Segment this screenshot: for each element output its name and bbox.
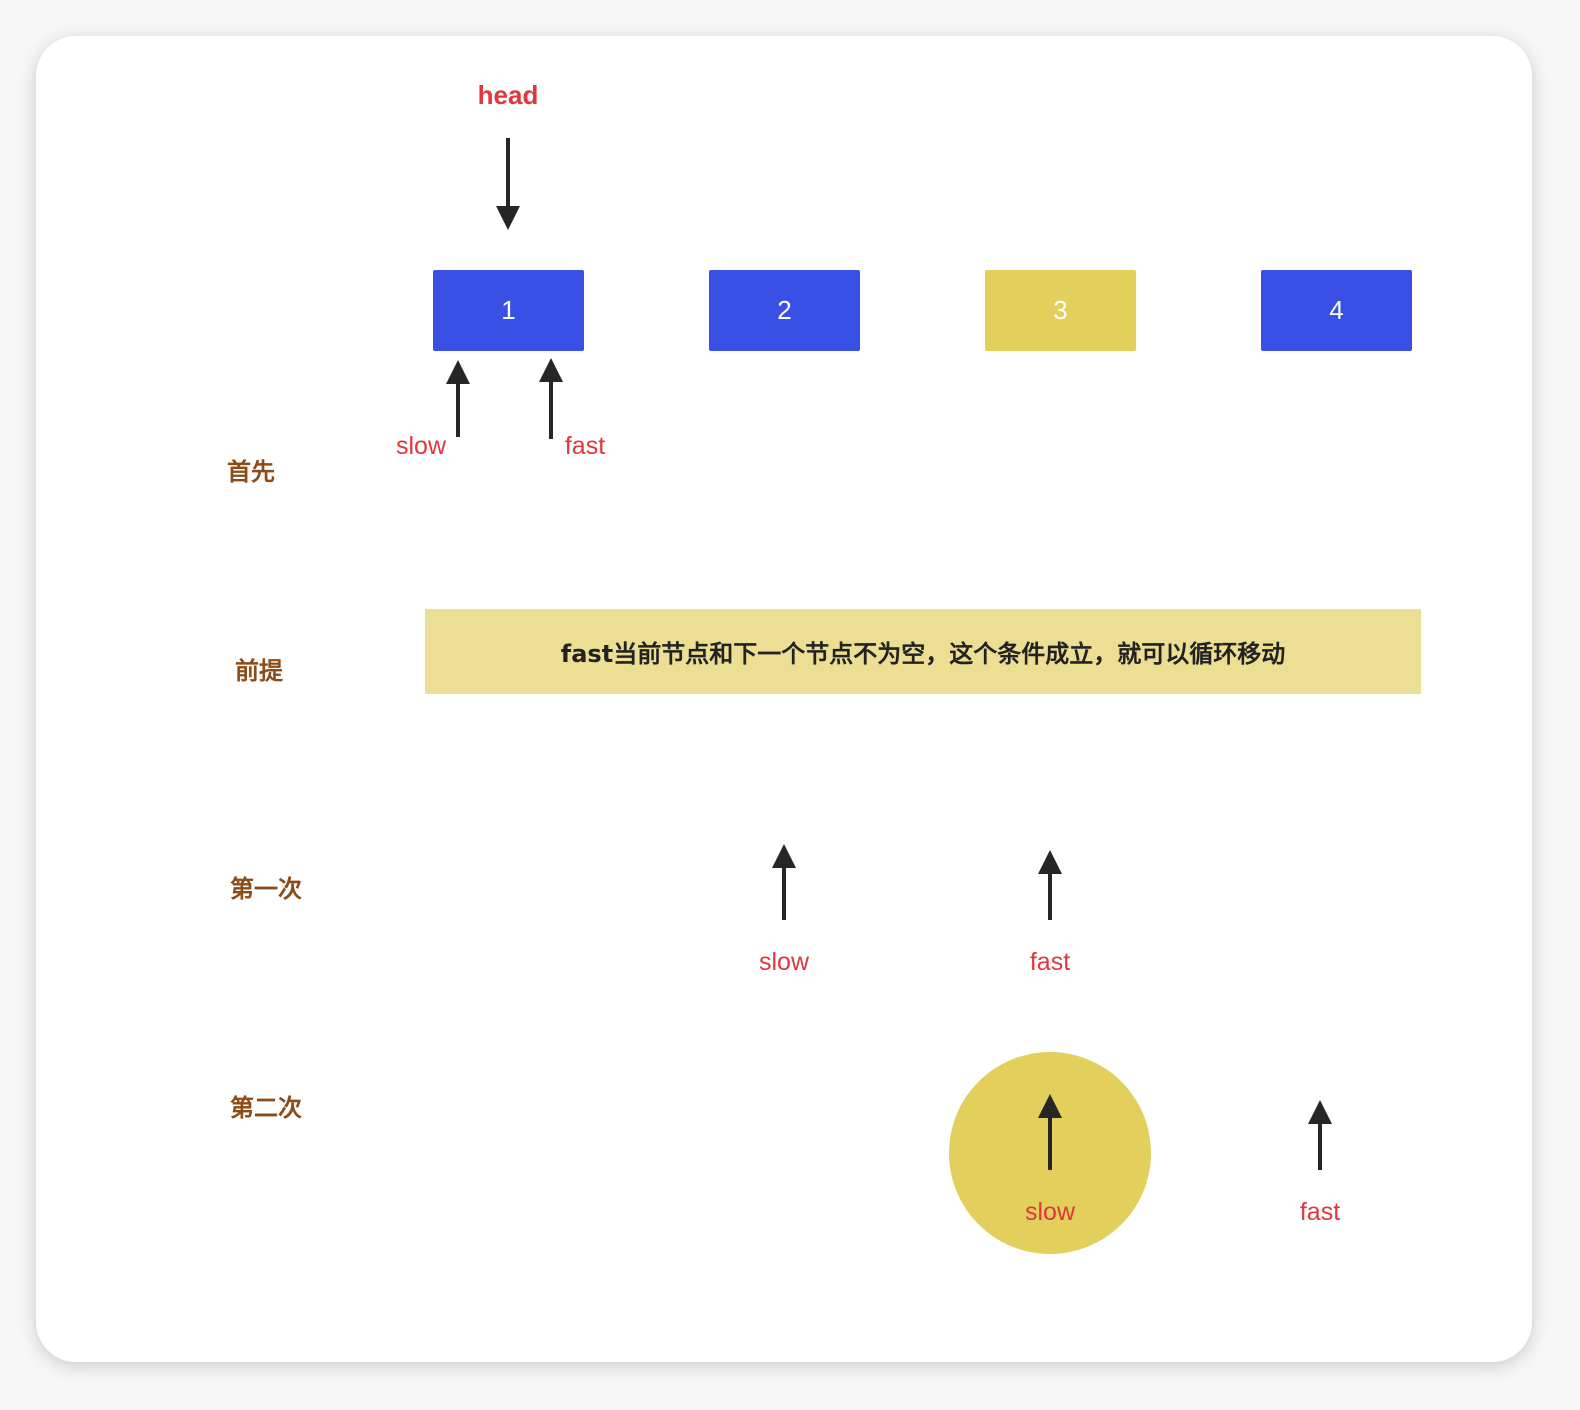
list-node-1: 1: [433, 270, 584, 351]
second-slow-label: slow: [1024, 1198, 1075, 1226]
row-label-initial: 首先: [227, 458, 275, 486]
row-label-first: 第一次: [230, 875, 302, 903]
initial-fast-label: fast: [564, 432, 606, 460]
row-label-premise: 前提: [235, 657, 283, 685]
head-label: head: [477, 80, 539, 110]
list-node-2: 2: [709, 270, 860, 351]
second-fast-label: fast: [1299, 1198, 1341, 1226]
list-node-3: 3: [985, 270, 1136, 351]
list-node-4: 4: [1261, 270, 1412, 351]
loop-condition-box: fast当前节点和下一个节点不为空，这个条件成立，就可以循环移动: [425, 609, 1421, 694]
initial-slow-label: slow: [395, 432, 446, 460]
first-slow-label: slow: [758, 948, 809, 976]
row-label-second: 第二次: [230, 1094, 302, 1122]
first-fast-label: fast: [1029, 948, 1071, 976]
